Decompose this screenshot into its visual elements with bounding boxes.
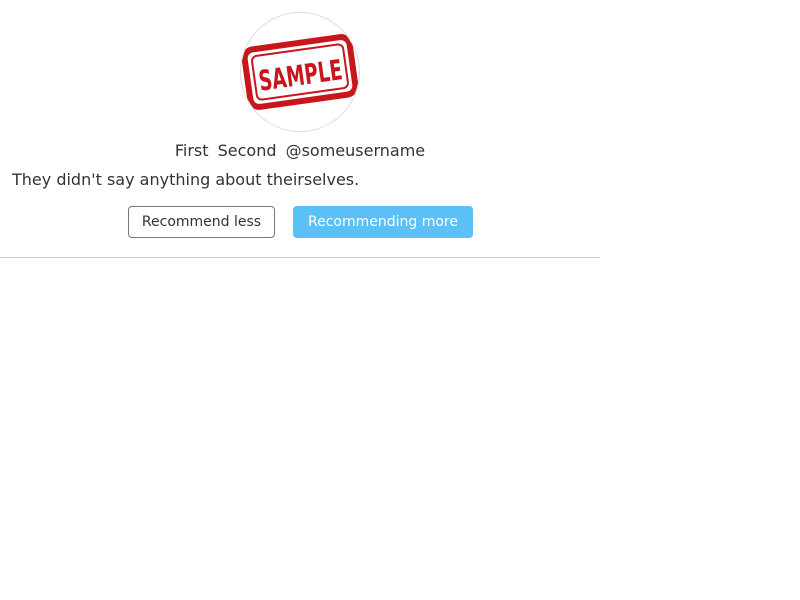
username[interactable]: @someusername [286,141,426,160]
first-name: First [174,141,209,160]
stamp-text: SAMPLE [257,53,345,97]
recommending-more-button[interactable]: Recommending more [293,206,473,238]
avatar[interactable]: SAMPLE [240,12,360,132]
sample-stamp-image: SAMPLE [241,34,359,110]
profile-bio: They didn't say anything about theirselv… [12,170,360,189]
profile-card: SAMPLE First Second @someusername They d… [0,0,600,258]
last-name: Second [217,141,277,160]
recommend-less-button[interactable]: Recommend less [128,206,275,238]
profile-name-line: First Second @someusername [0,141,600,161]
